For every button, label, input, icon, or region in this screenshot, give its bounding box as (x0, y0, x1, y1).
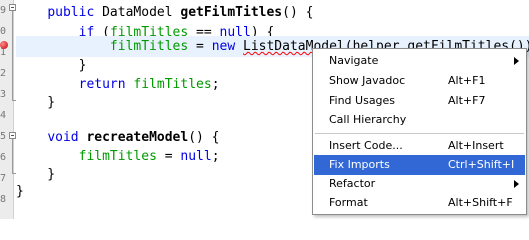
menu-separator (315, 133, 524, 134)
line-number: 8 (0, 195, 6, 205)
line-number: 4 (0, 111, 6, 121)
menu-item-label: Fix Imports (329, 158, 390, 171)
menu-item-shortcut: Ctrl+Shift+I (448, 158, 515, 171)
menu-item-format[interactable]: Format Alt+Shift+F (314, 193, 525, 213)
menu-item-show-javadoc[interactable]: Show Javadoc Alt+F1 (314, 71, 525, 91)
menu-item-label: Call Hierarchy (329, 113, 407, 126)
field-ref: filmTitles (78, 149, 157, 164)
code-line: public DataModel getFilmTitles() { (47, 5, 314, 20)
fold-collapse-icon[interactable] (9, 4, 16, 11)
menu-item-shortcut: Alt+F7 (448, 94, 486, 107)
menu-item-navigate[interactable]: Navigate (314, 51, 525, 71)
menu-item-label: Insert Code... (329, 139, 403, 152)
line-number: 7 (0, 174, 6, 184)
submenu-arrow-icon (514, 57, 519, 65)
fold-guide (12, 139, 13, 173)
context-menu: Navigate Show Javadoc Alt+F1 Find Usages… (312, 48, 527, 215)
line-number: 3 (0, 90, 6, 100)
menu-item-refactor[interactable]: Refactor (314, 174, 525, 194)
keyword: void (47, 130, 79, 145)
keyword: null (180, 149, 212, 164)
keyword: return (78, 77, 126, 92)
line-number: 5 (0, 132, 6, 142)
fold-collapse-icon[interactable] (9, 132, 16, 139)
line-number: 2 (0, 69, 6, 79)
line-number: 9 (0, 6, 6, 16)
line-number: 6 (0, 153, 6, 163)
method-name: getFilmTitles (180, 5, 283, 20)
error-icon[interactable] (0, 41, 8, 49)
menu-item-fix-imports[interactable]: Fix Imports Ctrl+Shift+I (314, 155, 525, 175)
menu-item-insert-code[interactable]: Insert Code... Alt+Insert (314, 136, 525, 156)
editor-gutter: 9 0 1 2 3 4 5 6 7 8 (0, 0, 16, 219)
fold-guide (12, 11, 13, 100)
method-name: recreateModel (86, 130, 189, 145)
line-number: 1 (0, 48, 6, 58)
keyword: public (47, 5, 95, 20)
submenu-arrow-icon (514, 180, 519, 188)
keyword: new (211, 39, 236, 54)
field-ref: filmTitles (109, 39, 189, 54)
menu-item-shortcut: Alt+Shift+F (448, 196, 513, 209)
line-number: 0 (0, 27, 6, 37)
field-ref: filmTitles (133, 77, 212, 92)
menu-item-label: Format (329, 196, 368, 209)
menu-item-find-usages[interactable]: Find Usages Alt+F7 (314, 91, 525, 111)
menu-item-label: Show Javadoc (329, 74, 406, 87)
menu-item-shortcut: Alt+F1 (448, 74, 486, 87)
menu-item-label: Find Usages (329, 94, 396, 107)
menu-item-label: Refactor (329, 177, 376, 190)
menu-item-call-hierarchy[interactable]: Call Hierarchy (314, 110, 525, 130)
menu-item-label: Navigate (329, 54, 379, 67)
menu-item-shortcut: Alt+Insert (448, 139, 504, 152)
